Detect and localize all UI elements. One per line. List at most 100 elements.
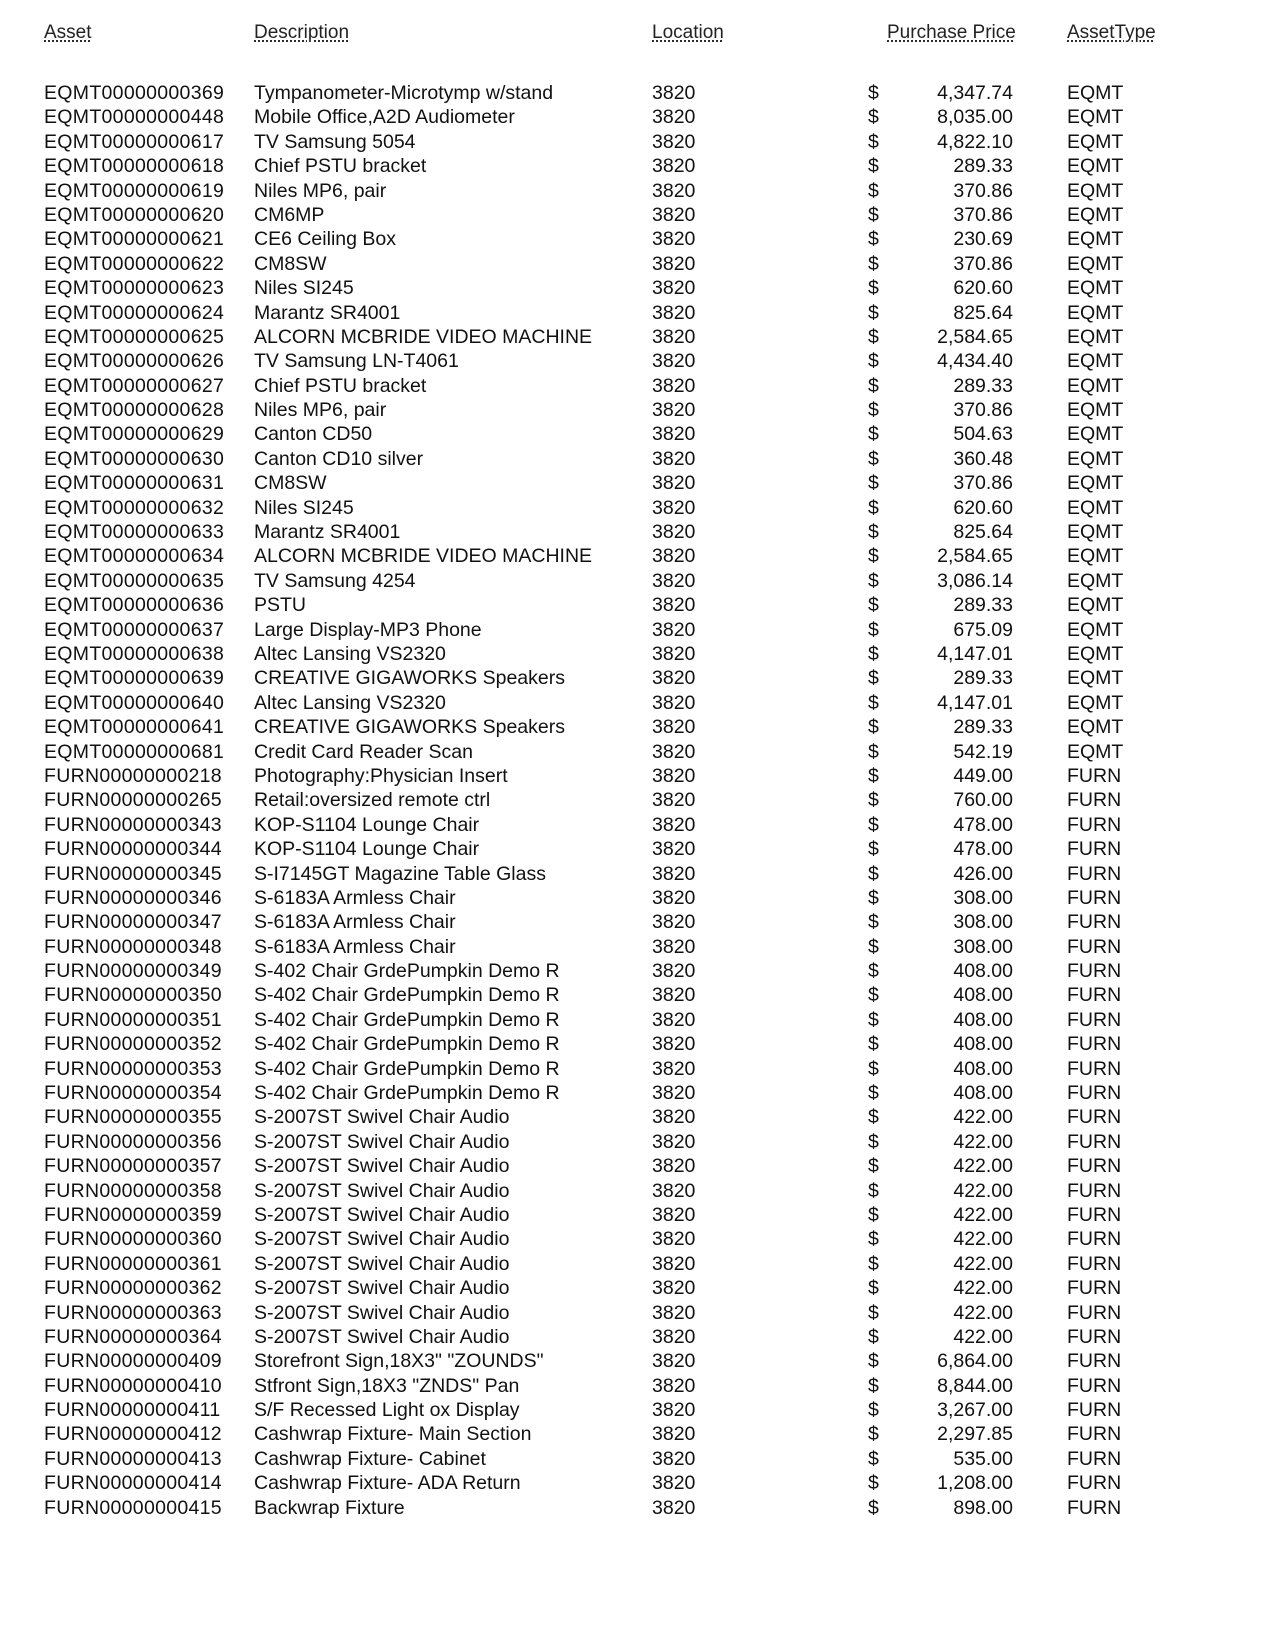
asset-id-cell: EQMT00000000640 [44,691,225,714]
location-cell: 3820 [652,1130,696,1153]
asset-id-cell: EQMT00000000448 [44,106,225,129]
header-location: Location [652,22,724,43]
currency-symbol: $ [868,82,879,104]
asset-id-cell: FURN00000000363 [44,1301,222,1324]
location-cell: 3820 [652,764,696,787]
asset-id-cell: FURN00000000415 [44,1496,222,1519]
purchase-price-cell: 408.00 [953,1057,1013,1080]
currency-symbol: $ [868,301,879,324]
currency-symbol: $ [868,569,879,592]
table-row: FURN00000000354 S-402 Chair GrdePumpkin D… [0,1081,1275,1105]
asset-type-cell: EQMT [1067,667,1124,690]
asset-id-cell: FURN00000000356 [44,1130,222,1153]
asset-type-cell: EQMT [1067,521,1124,544]
currency-symbol: $ [868,862,879,885]
currency-symbol: $ [868,1130,879,1153]
description-cell: S-2007ST Swivel Chair Audio [254,1301,510,1324]
table-row: EQMT00000000630 Canton CD10 silver 3820 $36… [0,447,1275,471]
description-cell: S-2007ST Swivel Chair Audio [254,1277,510,1300]
description-cell: S-402 Chair GrdePumpkin Demo R [254,984,560,1007]
purchase-price-cell: 2,584.65 [937,545,1013,568]
description-cell: S-2007ST Swivel Chair Audio [254,1228,510,1251]
location-cell: 3820 [652,691,696,714]
asset-id-cell: FURN00000000364 [44,1325,222,1348]
asset-id-cell: EQMT00000000635 [44,569,225,592]
currency-symbol: $ [868,813,879,836]
location-cell: 3820 [652,935,696,958]
asset-type-cell: FURN [1067,1082,1122,1105]
currency-symbol: $ [868,1179,879,1202]
description-cell: CE6 Ceiling Box [254,228,396,251]
currency-symbol: $ [868,594,879,617]
description-cell: S-402 Chair GrdePumpkin Demo R [254,960,560,983]
purchase-price-cell: 289.33 [953,716,1013,739]
asset-type-cell: FURN [1067,1155,1122,1178]
location-cell: 3820 [652,984,696,1007]
purchase-price-cell: 1,208.00 [937,1472,1013,1495]
asset-id-cell: EQMT00000000627 [44,374,225,397]
table-row: EQMT00000000632 Niles SI245 3820 $620.60 EQM… [0,496,1275,520]
table-row: EQMT00000000628 Niles MP6, pair 3820 $370.8… [0,398,1275,422]
asset-id-cell: EQMT00000000630 [44,447,225,470]
table-row: EQMT00000000681 Credit Card Reader Scan 38… [0,740,1275,764]
currency-symbol: $ [868,716,879,739]
asset-type-cell: FURN [1067,1228,1122,1251]
table-row: EQMT00000000637 Large Display-MP3 Phone 38… [0,618,1275,642]
currency-symbol: $ [868,984,879,1007]
asset-id-cell: FURN00000000351 [44,1008,222,1031]
description-cell: CREATIVE GIGAWORKS Speakers [254,716,565,739]
currency-symbol: $ [868,740,879,763]
description-cell: S-6183A Armless Chair [254,911,456,934]
currency-symbol: $ [868,1399,879,1422]
purchase-price-cell: 422.00 [953,1155,1013,1178]
purchase-price-cell: 898.00 [953,1496,1013,1519]
currency-symbol: $ [868,399,879,422]
description-cell: Storefront Sign,18X3" "ZOUNDS" [254,1350,544,1373]
currency-symbol: $ [868,1423,879,1446]
table-row: EQMT00000000625 ALCORN MCBRIDE VIDEO MACH… [0,325,1275,349]
asset-id-cell: EQMT00000000621 [44,228,225,251]
table-row: FURN00000000412 Cashwrap Fixture- Main Se… [0,1422,1275,1446]
currency-symbol: $ [868,1008,879,1031]
location-cell: 3820 [652,740,696,763]
description-cell: S-2007ST Swivel Chair Audio [254,1106,510,1129]
description-cell: Photography:Physician Insert [254,764,508,787]
purchase-price-cell: 8,035.00 [937,106,1013,129]
purchase-price-cell: 426.00 [953,862,1013,885]
location-cell: 3820 [652,228,696,251]
location-cell: 3820 [652,1106,696,1129]
asset-id-cell: FURN00000000357 [44,1155,222,1178]
location-cell: 3820 [652,130,696,153]
asset-type-cell: EQMT [1067,472,1124,495]
header-description: Description [254,22,350,43]
purchase-price-cell: 408.00 [953,1008,1013,1031]
description-cell: Altec Lansing VS2320 [254,642,446,665]
purchase-price-cell: 370.86 [953,203,1013,226]
description-cell: ALCORN MCBRIDE VIDEO MACHINE [254,545,593,568]
table-row: FURN00000000415 Backwrap Fixture 3820 $898.… [0,1496,1275,1520]
currency-symbol: $ [868,228,879,251]
purchase-price-cell: 620.60 [953,496,1013,519]
purchase-price-cell: 760.00 [953,789,1013,812]
location-cell: 3820 [652,155,696,178]
purchase-price-cell: 360.48 [953,447,1013,470]
purchase-price-cell: 422.00 [953,1228,1013,1251]
asset-type-cell: EQMT [1067,106,1124,129]
asset-type-cell: FURN [1067,1350,1122,1373]
currency-symbol: $ [868,618,879,641]
currency-symbol: $ [868,155,879,178]
table-row: FURN00000000353 S-402 Chair GrdePumpkin D… [0,1057,1275,1081]
asset-type-cell: FURN [1067,1252,1122,1275]
table-row: FURN00000000361 S-2007ST Swivel Chair Aud… [0,1252,1275,1276]
currency-symbol: $ [868,472,879,495]
description-cell: S/F Recessed Light ox Display [254,1399,520,1422]
table-row: EQMT00000000624 Marantz SR4001 3820 $825.64… [0,301,1275,325]
location-cell: 3820 [652,886,696,909]
location-cell: 3820 [652,545,696,568]
currency-symbol: $ [868,789,879,812]
asset-id-cell: EQMT00000000628 [44,399,225,422]
description-cell: Backwrap Fixture [254,1496,405,1519]
asset-type-cell: EQMT [1067,228,1124,251]
asset-table-body: EQMT00000000369 Tympanometer-Microtymp w/… [0,81,1275,1520]
purchase-price-cell: 370.86 [953,179,1013,202]
